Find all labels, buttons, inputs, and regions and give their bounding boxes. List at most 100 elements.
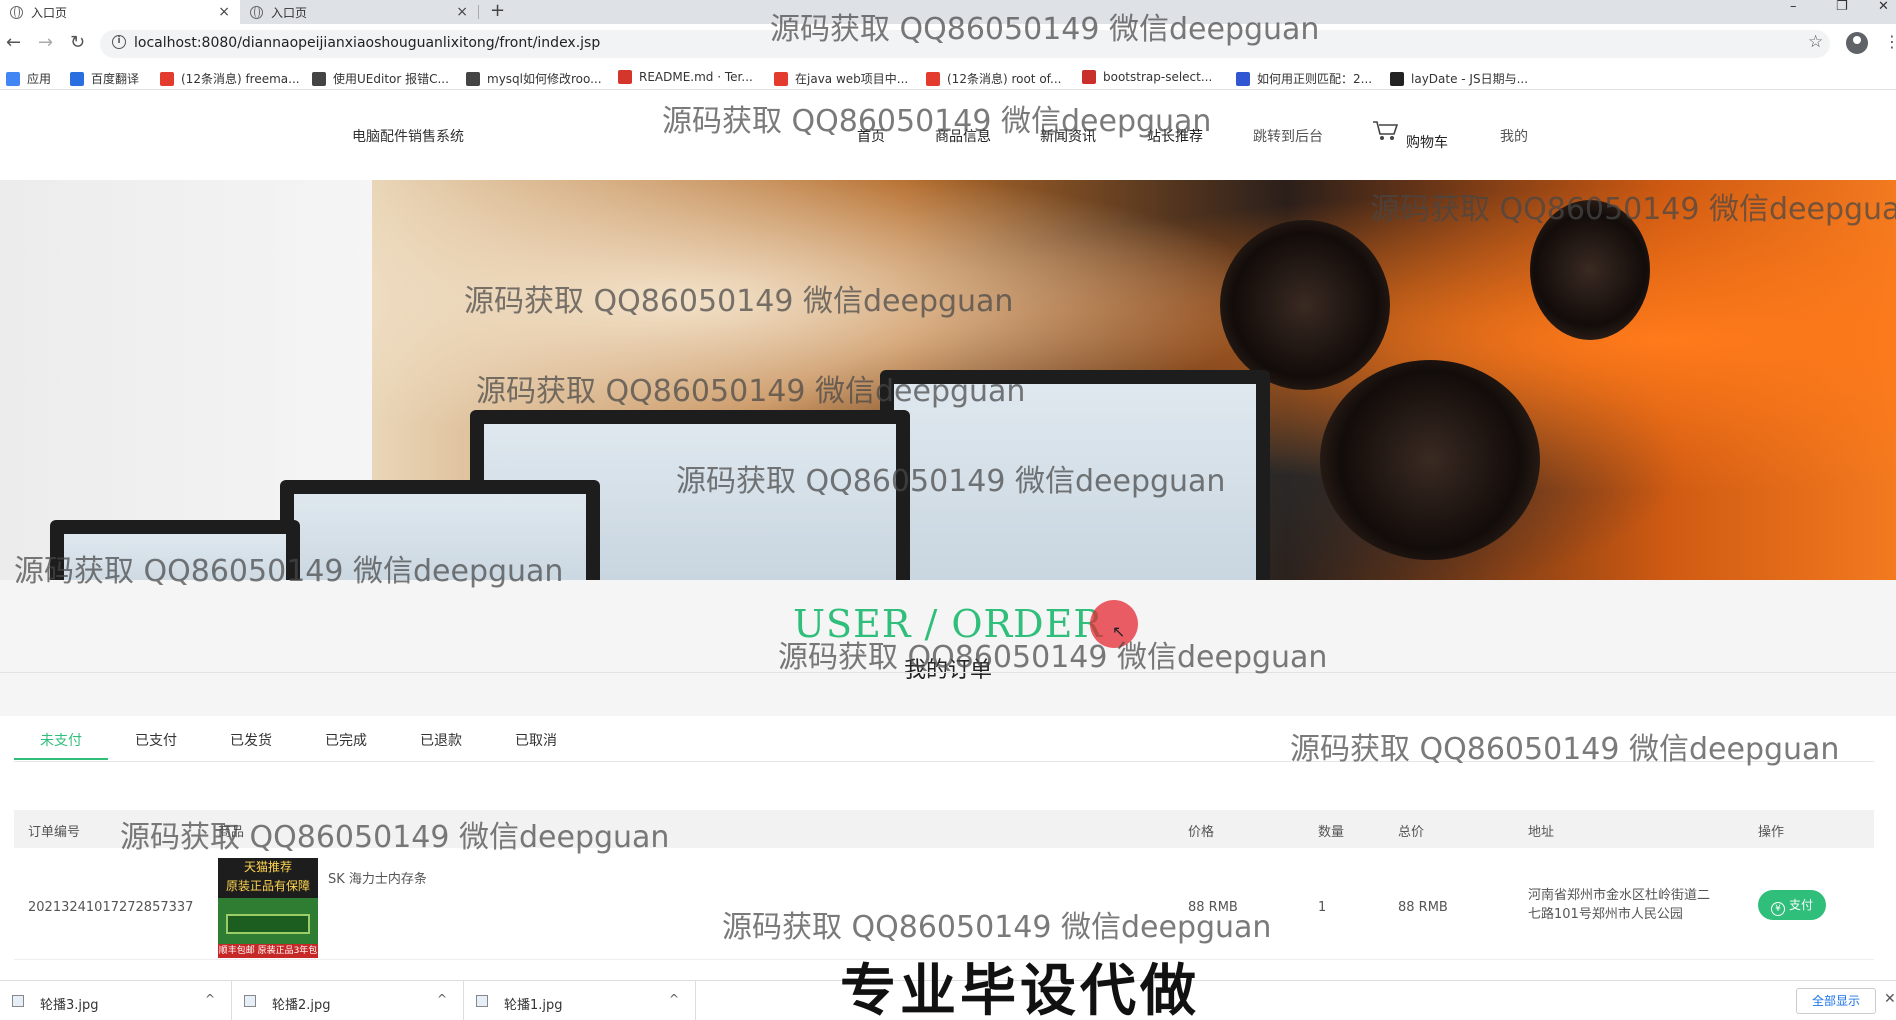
tab-shipped[interactable]: 已发货 bbox=[230, 730, 272, 750]
minimize-button[interactable]: – bbox=[1790, 0, 1797, 24]
info-icon[interactable]: i bbox=[112, 35, 126, 49]
reload-button[interactable]: ↻ bbox=[70, 32, 85, 54]
cart-icon[interactable] bbox=[1372, 120, 1400, 142]
banner-decor bbox=[1320, 360, 1540, 560]
tab-refunded[interactable]: 已退款 bbox=[420, 730, 462, 750]
download-item[interactable]: 轮播2.jpg ^ bbox=[232, 981, 464, 1020]
window-close-button[interactable]: ✕ bbox=[1878, 0, 1889, 24]
url-text[interactable]: localhost:8080/diannaopeijianxiaoshougua… bbox=[134, 35, 600, 51]
th-price: 价格 bbox=[1188, 825, 1215, 840]
banner-decor bbox=[50, 520, 300, 580]
bookmark-item[interactable]: 如何用正则匹配：2... bbox=[1236, 70, 1372, 87]
nav-cart[interactable]: 购物车 bbox=[1406, 132, 1448, 152]
chevron-up-icon[interactable]: ^ bbox=[437, 992, 447, 1006]
th-product: 商品 bbox=[218, 825, 245, 840]
th-address: 地址 bbox=[1528, 825, 1555, 840]
gitee-icon bbox=[618, 70, 632, 84]
chevron-up-icon[interactable]: ^ bbox=[205, 992, 215, 1006]
bookmark-site-icon bbox=[312, 71, 326, 86]
hero-banner[interactable] bbox=[0, 180, 1896, 580]
nav-products[interactable]: 商品信息 bbox=[935, 126, 991, 146]
download-filename: 轮播1.jpg bbox=[504, 998, 563, 1013]
address: 河南省郑州市金水区杜岭街道二 七路101号郑州市人民公园 bbox=[1528, 886, 1710, 924]
banner-decor bbox=[1220, 220, 1390, 390]
bookmark-item[interactable]: mysql如何修改roo... bbox=[466, 70, 602, 87]
bookmark-item[interactable]: (12条消息) root of... bbox=[926, 70, 1061, 87]
nav-home[interactable]: 首页 bbox=[857, 126, 885, 146]
pay-button[interactable]: ¥ 支付 bbox=[1758, 890, 1826, 920]
th-total: 总价 bbox=[1398, 825, 1425, 840]
nav-news[interactable]: 新闻资讯 bbox=[1040, 126, 1096, 146]
section-subtitle: 我的订单 bbox=[903, 658, 992, 683]
laydate-icon bbox=[1390, 71, 1404, 86]
image-file-icon bbox=[244, 995, 256, 1007]
site-title[interactable]: 电脑配件销售系统 bbox=[352, 126, 464, 146]
tab-title: 入口页 bbox=[31, 5, 68, 20]
nav-recommend[interactable]: 站长推荐 bbox=[1147, 126, 1203, 146]
bookmark-item[interactable]: (12条消息) freema... bbox=[160, 70, 300, 87]
new-tab-button[interactable]: + bbox=[490, 0, 505, 24]
bookmarks-bar: 应用 百度翻译 (12条消息) freema... 使用UEditor 报错C.… bbox=[0, 64, 1896, 90]
download-filename: 轮播3.jpg bbox=[40, 998, 99, 1013]
th-qty: 数量 bbox=[1318, 825, 1345, 840]
tab-completed[interactable]: 已完成 bbox=[325, 730, 367, 750]
product-image-caption: 天猫推荐 原装正品有保障 bbox=[218, 858, 318, 898]
product-image[interactable]: 天猫推荐 原装正品有保障 顺丰包邮 原装正品3年包换 bbox=[218, 858, 318, 958]
pay-label: 支付 bbox=[1788, 898, 1813, 912]
price: 88 RMB bbox=[1188, 900, 1238, 915]
bootstrap-icon bbox=[1082, 70, 1096, 84]
bookmark-item[interactable]: 使用UEditor 报错C... bbox=[312, 70, 449, 87]
chevron-up-icon[interactable]: ^ bbox=[669, 992, 679, 1006]
bookmark-item[interactable]: 百度翻译 bbox=[70, 70, 139, 87]
tab-unpaid[interactable]: 未支付 bbox=[40, 730, 82, 750]
browser-menu-icon[interactable]: ⋮ bbox=[1884, 34, 1896, 50]
globe-icon bbox=[10, 5, 23, 19]
download-item[interactable]: 轮播3.jpg ^ bbox=[0, 981, 232, 1020]
downloads-close-icon[interactable]: ✕ bbox=[1884, 991, 1896, 1007]
table-row: 20213241017272857337 天猫推荐 原装正品有保障 顺丰包邮 原… bbox=[14, 848, 1874, 960]
restore-button[interactable]: ❐ bbox=[1836, 0, 1848, 24]
banner-decor bbox=[280, 480, 600, 580]
bookmark-item[interactable]: 应用 bbox=[6, 70, 51, 87]
address-line: 河南省郑州市金水区杜岭街道二 bbox=[1528, 888, 1711, 903]
bookmark-item[interactable]: layDate - JS日期与... bbox=[1390, 70, 1528, 87]
tab-close-icon[interactable]: × bbox=[456, 4, 468, 20]
paw-icon bbox=[1236, 71, 1250, 86]
nav-admin[interactable]: 跳转到后台 bbox=[1253, 126, 1323, 146]
forward-button[interactable]: → bbox=[38, 32, 53, 54]
image-file-icon bbox=[12, 995, 24, 1007]
back-button[interactable]: ← bbox=[6, 32, 21, 54]
site-header: 电脑配件销售系统 首页 商品信息 新闻资讯 站长推荐 跳转到后台 购物车 我的 bbox=[0, 90, 1896, 180]
bookmark-site-icon bbox=[466, 71, 480, 86]
tab-close-icon[interactable]: × bbox=[218, 4, 230, 20]
csdn-icon bbox=[926, 71, 940, 86]
section-title: USER / ORDER bbox=[793, 602, 1103, 646]
tab-separator bbox=[478, 5, 479, 19]
show-all-downloads-button[interactable]: 全部显示 bbox=[1796, 988, 1876, 1014]
download-item[interactable]: 轮播1.jpg ^ bbox=[464, 981, 696, 1020]
bookmark-item[interactable]: 在java web项目中... bbox=[774, 70, 908, 87]
active-tab-indicator bbox=[14, 758, 108, 760]
tab-cancelled[interactable]: 已取消 bbox=[515, 730, 557, 750]
order-number: 20213241017272857337 bbox=[28, 900, 194, 915]
tab-title: 入口页 bbox=[271, 5, 308, 20]
yen-icon: ¥ bbox=[1770, 902, 1785, 916]
download-filename: 轮播2.jpg bbox=[272, 998, 331, 1013]
total-price: 88 RMB bbox=[1398, 900, 1448, 915]
th-action: 操作 bbox=[1758, 825, 1785, 840]
bookmark-item[interactable]: bootstrap-select... bbox=[1082, 70, 1212, 84]
address-line: 七路101号郑州市人民公园 bbox=[1528, 907, 1683, 922]
nav-mine[interactable]: 我的 bbox=[1500, 126, 1528, 146]
bookmark-item[interactable]: README.md · Ter... bbox=[618, 70, 753, 84]
banner-decor bbox=[1530, 200, 1650, 340]
browser-tab-active[interactable]: 入口页 × bbox=[0, 0, 240, 24]
apps-grid-icon bbox=[6, 71, 20, 86]
image-file-icon bbox=[476, 995, 488, 1007]
product-name[interactable]: SK 海力士内存条 bbox=[328, 868, 427, 887]
section-heading: USER / ORDER 我的订单 bbox=[0, 580, 1896, 716]
bookmark-star-icon[interactable]: ☆ bbox=[1808, 32, 1823, 52]
tab-paid[interactable]: 已支付 bbox=[135, 730, 177, 750]
banner-decor bbox=[880, 370, 1270, 580]
browser-tab-inactive[interactable]: 入口页 × bbox=[240, 0, 478, 24]
profile-icon[interactable] bbox=[1846, 32, 1868, 54]
